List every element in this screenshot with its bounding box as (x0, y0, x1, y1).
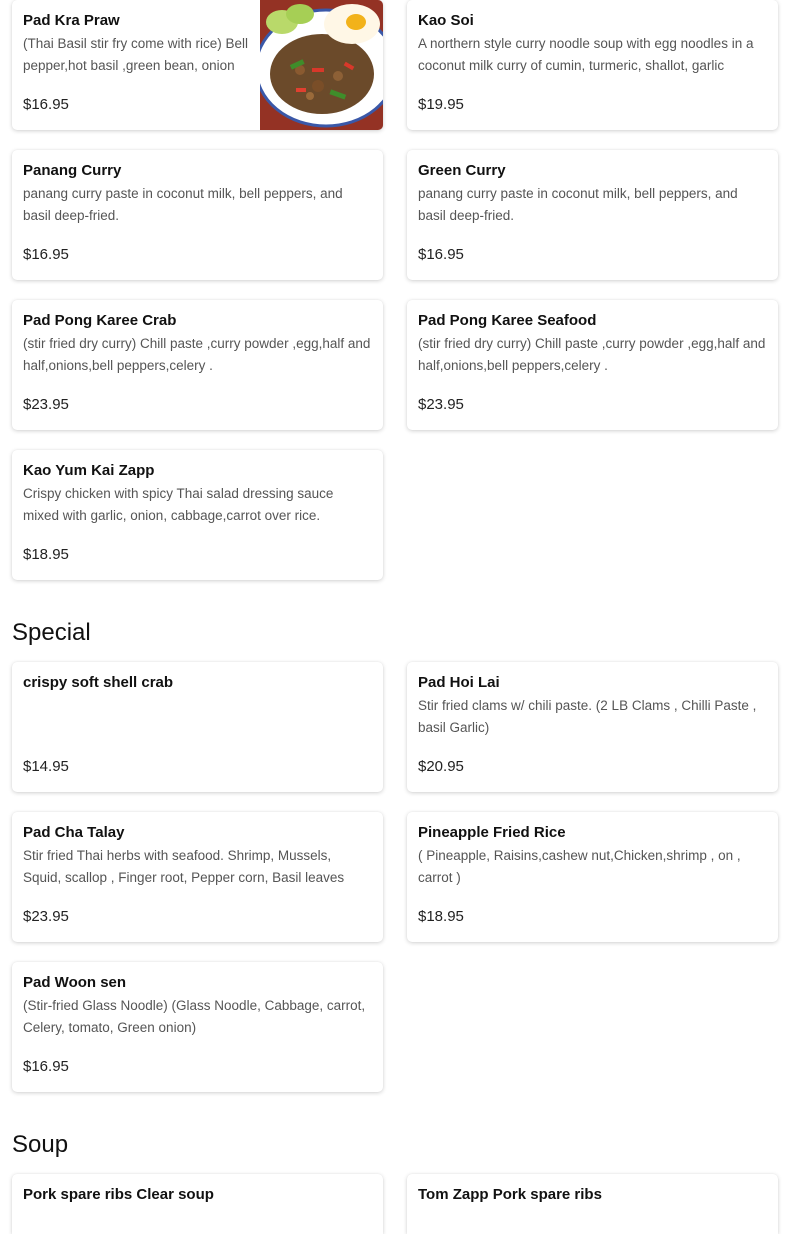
menu-item-name: crispy soft shell crab (23, 674, 174, 691)
menu-item-name: Pad Kra Praw (23, 12, 120, 29)
menu-item-description: Stir fried Thai herbs with seafood. Shri… (23, 848, 345, 885)
menu-item-card[interactable]: Pad Pong Karee Crab (stir fried dry curr… (12, 300, 383, 430)
menu-item-card[interactable]: Pad Cha Talay Stir fried Thai herbs with… (12, 812, 383, 942)
menu-item-body: crispy soft shell crab (23, 673, 372, 782)
menu-item-name: Pad Woon sen (23, 974, 127, 991)
menu-item-description: ( Pineapple, Raisins,cashew nut,Chicken,… (418, 848, 741, 885)
menu-item-card[interactable]: Pork spare ribs Clear soup (12, 1174, 383, 1234)
menu-item-card[interactable]: Pineapple Fried Rice ( Pineapple, Raisin… (407, 812, 778, 942)
menu-item-description: A northern style curry noodle soup with … (418, 36, 754, 73)
menu-item-card[interactable]: Green Curry panang curry paste in coconu… (407, 150, 778, 280)
section-title-special: Special (12, 619, 91, 646)
menu-item-body: Pad Cha Talay Stir fried Thai herbs with… (23, 823, 372, 932)
menu-item-body: Pad Hoi Lai Stir fried clams w/ chili pa… (418, 673, 767, 782)
menu-item-name: Pad Pong Karee Seafood (418, 312, 597, 329)
menu-item-body: Pad Pong Karee Seafood (stir fried dry c… (418, 311, 767, 420)
menu-item-name: Pad Hoi Lai (418, 674, 500, 691)
menu-item-description: Stir fried clams w/ chili paste. (2 LB C… (418, 698, 757, 735)
menu-item-card[interactable]: crispy soft shell crab $14.95 (12, 662, 383, 792)
menu-item-body: Panang Curry panang curry paste in cocon… (23, 161, 372, 270)
menu-item-card[interactable]: Pad Woon sen (Stir-fried Glass Noodle) (… (12, 962, 383, 1092)
menu-item-name: Pineapple Fried Rice (418, 824, 566, 841)
menu-item-description: panang curry paste in coconut milk, bell… (418, 186, 738, 223)
menu-item-price: $23.95 (418, 396, 464, 413)
menu-item-description: Crispy chicken with spicy Thai salad dre… (23, 486, 334, 523)
menu-item-name: Pork spare ribs Clear soup (23, 1186, 214, 1203)
menu-item-card[interactable]: Pad Pong Karee Seafood (stir fried dry c… (407, 300, 778, 430)
menu-item-price: $16.95 (23, 96, 69, 113)
menu-item-description: (stir fried dry curry) Chill paste ,curr… (23, 336, 371, 373)
menu-item-price: $16.95 (23, 1058, 69, 1075)
menu-item-card[interactable]: Pad Hoi Lai Stir fried clams w/ chili pa… (407, 662, 778, 792)
menu-item-body: Pad Woon sen (Stir-fried Glass Noodle) (… (23, 973, 372, 1082)
menu-item-card[interactable]: Pad Kra Praw (Thai Basil stir fry come w… (12, 0, 383, 130)
menu-item-body: Kao Soi A northern style curry noodle so… (418, 11, 767, 120)
menu-item-price: $20.95 (418, 758, 464, 775)
menu-item-price: $23.95 (23, 908, 69, 925)
menu-item-description: (stir fried dry curry) Chill paste ,curr… (418, 336, 766, 373)
menu-item-price: $14.95 (23, 758, 69, 775)
menu-item-description: (Thai Basil stir fry come with rice) Bel… (23, 36, 249, 73)
menu-item-name: Kao Soi (418, 12, 474, 29)
menu-item-body: Pad Pong Karee Crab (stir fried dry curr… (23, 311, 372, 420)
menu-item-card[interactable]: Kao Soi A northern style curry noodle so… (407, 0, 778, 130)
menu-item-name: Panang Curry (23, 162, 122, 179)
menu-item-name: Pad Pong Karee Crab (23, 312, 177, 329)
basil-stir-fry-photo (260, 0, 383, 130)
menu-item-body: Pineapple Fried Rice ( Pineapple, Raisin… (418, 823, 767, 932)
menu-item-body: Tom Zapp Pork spare ribs (418, 1185, 767, 1224)
menu-item-description: (Stir-fried Glass Noodle) (Glass Noodle,… (23, 998, 366, 1035)
menu-item-card[interactable]: Tom Zapp Pork spare ribs (407, 1174, 778, 1234)
menu-item-price: $16.95 (418, 246, 464, 263)
menu-item-name: Green Curry (418, 162, 506, 179)
menu-item-name: Kao Yum Kai Zapp (23, 462, 155, 479)
menu-item-price: $18.95 (23, 546, 69, 563)
menu-item-card[interactable]: Panang Curry panang curry paste in cocon… (12, 150, 383, 280)
menu-item-card[interactable]: Kao Yum Kai Zapp Crispy chicken with spi… (12, 450, 383, 580)
menu-item-price: $18.95 (418, 908, 464, 925)
menu-item-body: Kao Yum Kai Zapp Crispy chicken with spi… (23, 461, 372, 570)
menu-item-name: Pad Cha Talay (23, 824, 125, 841)
menu-item-body: Green Curry panang curry paste in coconu… (418, 161, 767, 270)
menu-item-price: $19.95 (418, 96, 464, 113)
menu-item-price: $23.95 (23, 396, 69, 413)
menu-item-description: panang curry paste in coconut milk, bell… (23, 186, 343, 223)
menu-item-name: Tom Zapp Pork spare ribs (418, 1186, 602, 1203)
section-title-soup: Soup (12, 1131, 69, 1158)
menu-item-body: Pork spare ribs Clear soup (23, 1185, 372, 1224)
menu-item-price: $16.95 (23, 246, 69, 263)
